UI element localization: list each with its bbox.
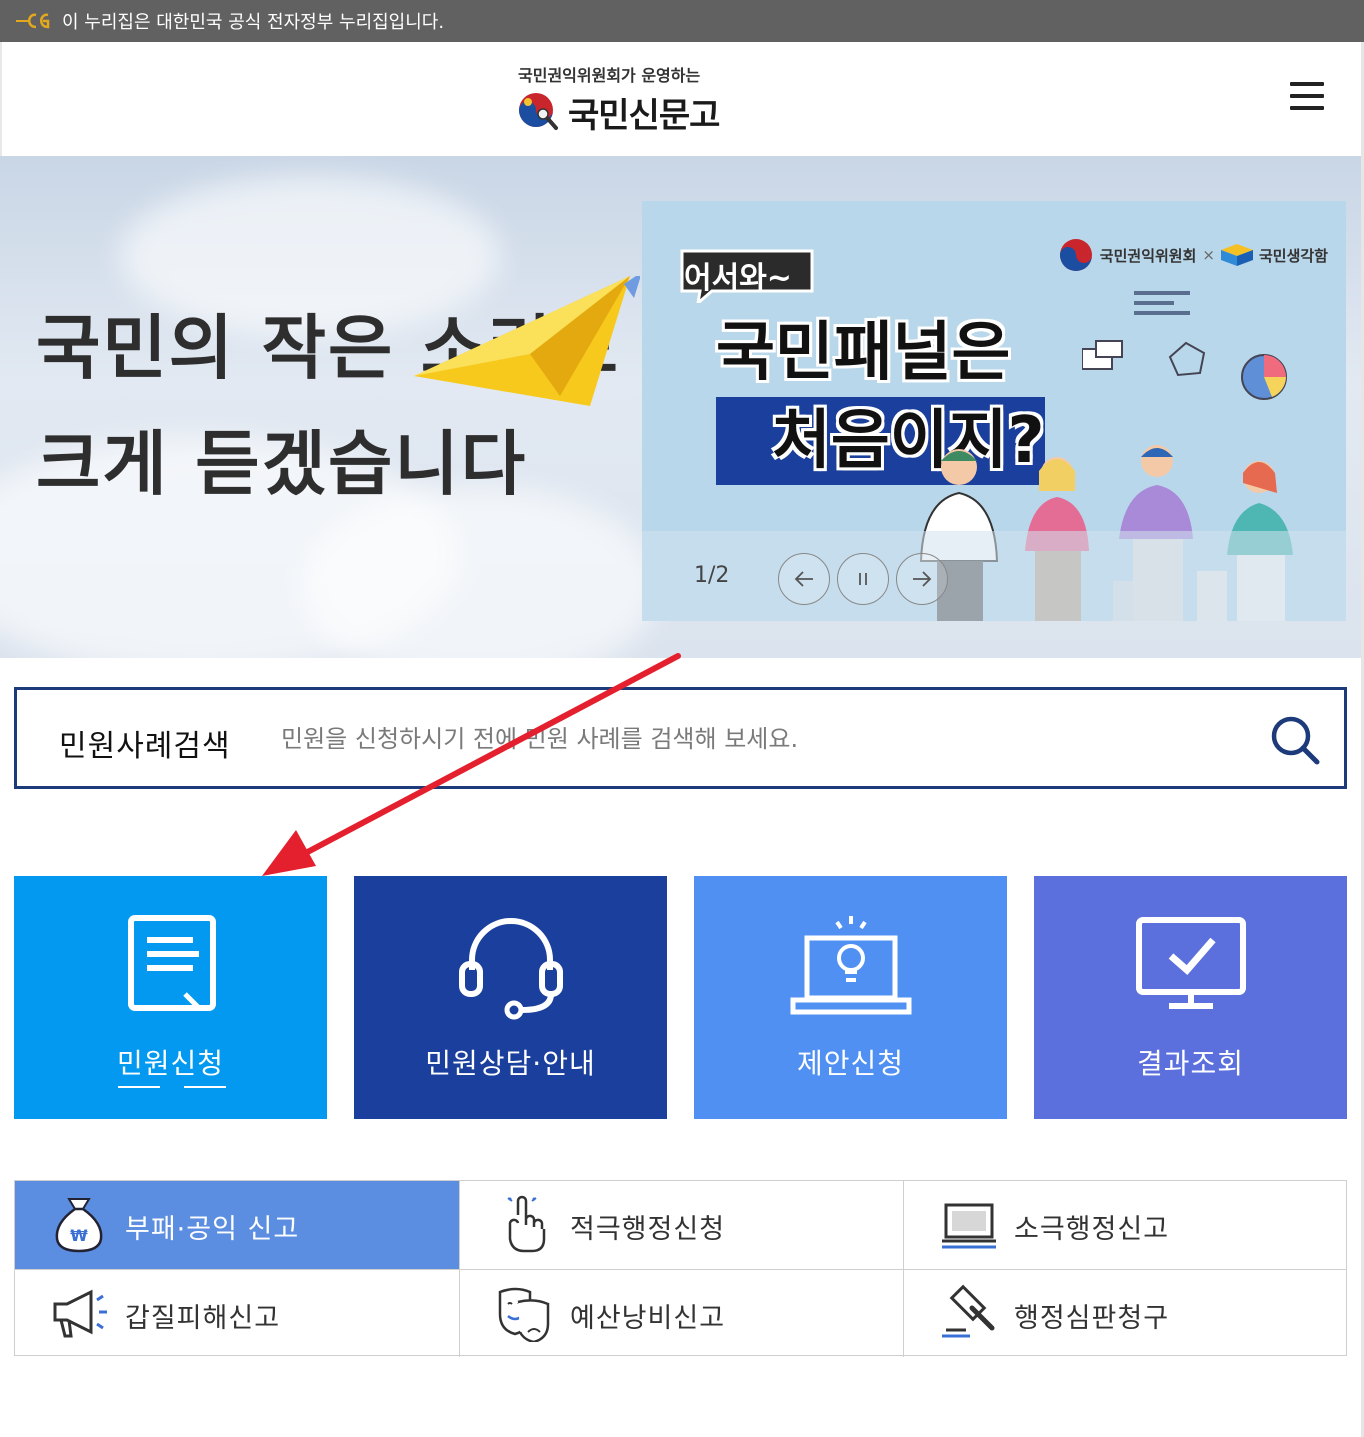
report-menu-grid: ₩ 부패·공익 신고 적극행정신청 소극행정신고 갑질피해신고 예산낭비신고 행… xyxy=(14,1180,1347,1357)
report-label: 행정심판청구 xyxy=(1014,1303,1170,1334)
tile-label: 제안신청 xyxy=(796,1047,905,1080)
headset-icon xyxy=(458,918,563,1020)
slide-pager: 1/2 xyxy=(694,563,730,588)
hero-headline-line2: 크게 듣겠습니다 xyxy=(36,423,528,505)
tile-label: 민원상담·안내 xyxy=(425,1047,596,1080)
brand-name: 국민신문고 xyxy=(568,96,720,136)
laptop-icon xyxy=(942,1203,996,1249)
monitor-check-icon xyxy=(1135,917,1246,1009)
arrow-left-icon xyxy=(794,571,813,587)
megaphone-icon xyxy=(53,1289,107,1338)
tile-proposal[interactable]: 제안신청 xyxy=(694,876,1007,1119)
tile-result-lookup[interactable]: 결과조회 xyxy=(1034,876,1347,1119)
slide-title-line1: 국민패널은 xyxy=(716,316,1011,390)
theater-masks-icon xyxy=(498,1287,550,1342)
tile-consultation[interactable]: 민원상담·안내 xyxy=(354,876,667,1119)
report-label: 예산낭비신고 xyxy=(570,1303,726,1334)
laptop-lightbulb-icon xyxy=(790,916,911,1015)
hamburger-menu-icon[interactable] xyxy=(1288,82,1328,118)
infographic-icons xyxy=(1082,291,1287,400)
focus-underline xyxy=(184,1086,226,1088)
brand-subtitle: 국민권익위원회가 운영하는 xyxy=(518,66,701,85)
slide-separator: × xyxy=(1202,246,1215,264)
tile-label: 결과조회 xyxy=(1136,1047,1245,1080)
document-icon xyxy=(127,915,216,1011)
promo-slider[interactable]: 국민권익위원회 × 국민생각함 어서와~ 국민패널은 처음이지? 1/2 xyxy=(642,201,1346,621)
tile-civil-complaint[interactable]: 민원신청 xyxy=(14,876,327,1119)
slide-org2: 국민생각함 xyxy=(1258,246,1328,265)
site-header: 국민권익위원회가 운영하는 국민신문고 xyxy=(0,42,1364,156)
search-input[interactable] xyxy=(281,716,1241,762)
gov-banner-text: 이 누리집은 대한민국 공식 전자정부 누리집입니다. xyxy=(62,12,445,33)
egov-logo-icon xyxy=(16,13,50,29)
case-search-box: 민원사례검색 xyxy=(14,687,1347,789)
report-label: 적극행정신청 xyxy=(570,1214,726,1245)
pause-icon xyxy=(859,573,867,585)
gov-banner: 이 누리집은 대한민국 공식 전자정부 누리집입니다. xyxy=(0,0,1364,42)
report-corruption[interactable]: ₩ 부패·공익 신고 xyxy=(15,1181,459,1269)
report-label: 갑질피해신고 xyxy=(125,1303,281,1334)
report-budget-waste[interactable]: 예산낭비신고 xyxy=(459,1269,903,1357)
paper-plane-icon xyxy=(414,276,640,406)
slider-controls-bar xyxy=(642,531,1346,621)
pointing-hand-icon xyxy=(507,1195,546,1253)
slider-pause-button[interactable] xyxy=(837,553,889,605)
taeguk-icon xyxy=(1059,239,1092,271)
report-label: 부패·공익 신고 xyxy=(125,1214,300,1245)
money-bag-icon: ₩ xyxy=(55,1198,103,1253)
slider-next-button[interactable] xyxy=(896,553,948,605)
search-label: 민원사례검색 xyxy=(59,729,231,764)
arrow-right-icon xyxy=(913,571,932,587)
slide-org1: 국민권익위원회 xyxy=(1099,246,1197,265)
gavel-icon xyxy=(942,1284,995,1338)
slide-partner-logos: 국민권익위원회 × 국민생각함 xyxy=(1058,237,1328,273)
report-passive-admin[interactable]: 소극행정신고 xyxy=(903,1181,1347,1269)
tile-label: 민원신청 xyxy=(116,1047,225,1080)
svg-text:₩: ₩ xyxy=(70,1226,88,1245)
taeguk-emblem-icon xyxy=(519,93,558,130)
slider-prev-button[interactable] xyxy=(778,553,830,605)
focus-underline xyxy=(118,1086,160,1088)
report-active-admin[interactable]: 적극행정신청 xyxy=(459,1181,903,1269)
slide-bubble-text: 어서와~ xyxy=(684,261,792,296)
report-label: 소극행정신고 xyxy=(1014,1214,1170,1245)
search-icon[interactable] xyxy=(1267,712,1323,768)
site-logo[interactable]: 국민권익위원회가 운영하는 국민신문고 xyxy=(516,62,756,142)
report-gapjil[interactable]: 갑질피해신고 xyxy=(15,1269,459,1357)
report-admin-trial[interactable]: 행정심판청구 xyxy=(903,1269,1347,1357)
cube-logo-icon xyxy=(1220,244,1253,266)
